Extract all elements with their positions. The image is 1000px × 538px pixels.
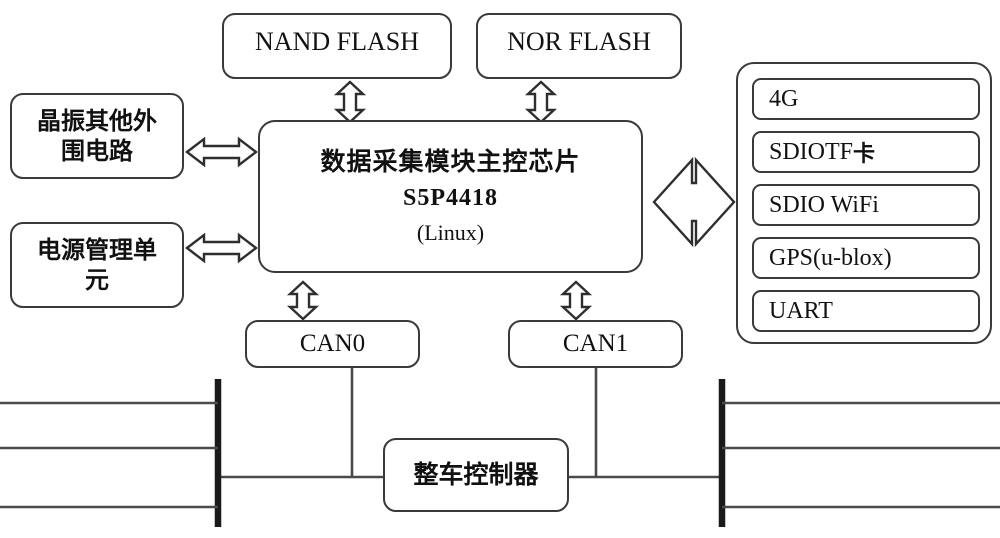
- can0-box[interactable]: CAN0: [245, 320, 420, 368]
- power-label-line1: 电源管理单: [37, 236, 157, 264]
- hardware-block-diagram: NAND FLASH NOR FLASH 数据采集模块主控芯片 S5P4418 …: [0, 0, 1000, 538]
- main-control-chip-box[interactable]: 数据采集模块主控芯片 S5P4418 (Linux): [258, 120, 643, 273]
- peripheral-double-arrow-icon: [652, 156, 736, 248]
- vehicle-controller-box[interactable]: 整车控制器: [383, 438, 569, 512]
- peripheral-label-uart: UART: [769, 297, 833, 324]
- peripheral-item-gps[interactable]: GPS(u-blox): [752, 237, 980, 279]
- nand-flash-box[interactable]: NAND FLASH: [222, 13, 452, 79]
- peripheral-suffix-sdiotf: 卡: [853, 142, 876, 167]
- main-chip-title: 数据采集模块主控芯片: [320, 147, 581, 177]
- nor-flash-box[interactable]: NOR FLASH: [476, 13, 682, 79]
- peripheral-item-sdiotf[interactable]: SDIOTF 卡: [752, 131, 980, 173]
- nand-flash-double-arrow-icon: [333, 80, 367, 124]
- can1-double-arrow-icon: [559, 280, 593, 321]
- can1-label: CAN1: [562, 330, 629, 358]
- can0-label: CAN0: [299, 330, 366, 358]
- oscillator-label-line2: 围电路: [61, 137, 133, 165]
- power-label-line2: 元: [85, 266, 109, 294]
- oscillator-peripheral-circuit-box[interactable]: 晶振其他外 围电路: [10, 93, 184, 179]
- nor-flash-double-arrow-icon: [524, 80, 558, 124]
- peripheral-label-sdio-wifi: SDIO WiFi: [769, 191, 879, 218]
- peripheral-label-4g: 4G: [769, 85, 799, 112]
- oscillator-label-line1: 晶振其他外: [37, 107, 157, 135]
- vehicle-controller-label: 整车控制器: [413, 460, 539, 490]
- nand-flash-label: NAND FLASH: [255, 27, 419, 56]
- can1-box[interactable]: CAN1: [508, 320, 683, 368]
- peripheral-interface-panel: 4G SDIOTF 卡 SDIO WiFi GPS(u-blox) UART: [736, 62, 992, 344]
- peripheral-item-uart[interactable]: UART: [752, 290, 980, 332]
- main-chip-model: S5P4418: [402, 185, 498, 212]
- peripheral-item-4g[interactable]: 4G: [752, 78, 980, 120]
- peripheral-label-sdiotf: SDIOTF: [769, 138, 854, 165]
- power-double-arrow-icon: [185, 232, 258, 264]
- oscillator-double-arrow-icon: [185, 136, 258, 168]
- power-management-unit-box[interactable]: 电源管理单 元: [10, 222, 184, 308]
- main-chip-os: (Linux): [416, 220, 485, 246]
- peripheral-label-gps: GPS(u-blox): [769, 244, 892, 271]
- peripheral-item-sdio-wifi[interactable]: SDIO WiFi: [752, 184, 980, 226]
- nor-flash-label: NOR FLASH: [507, 27, 651, 56]
- can0-double-arrow-icon: [286, 280, 320, 321]
